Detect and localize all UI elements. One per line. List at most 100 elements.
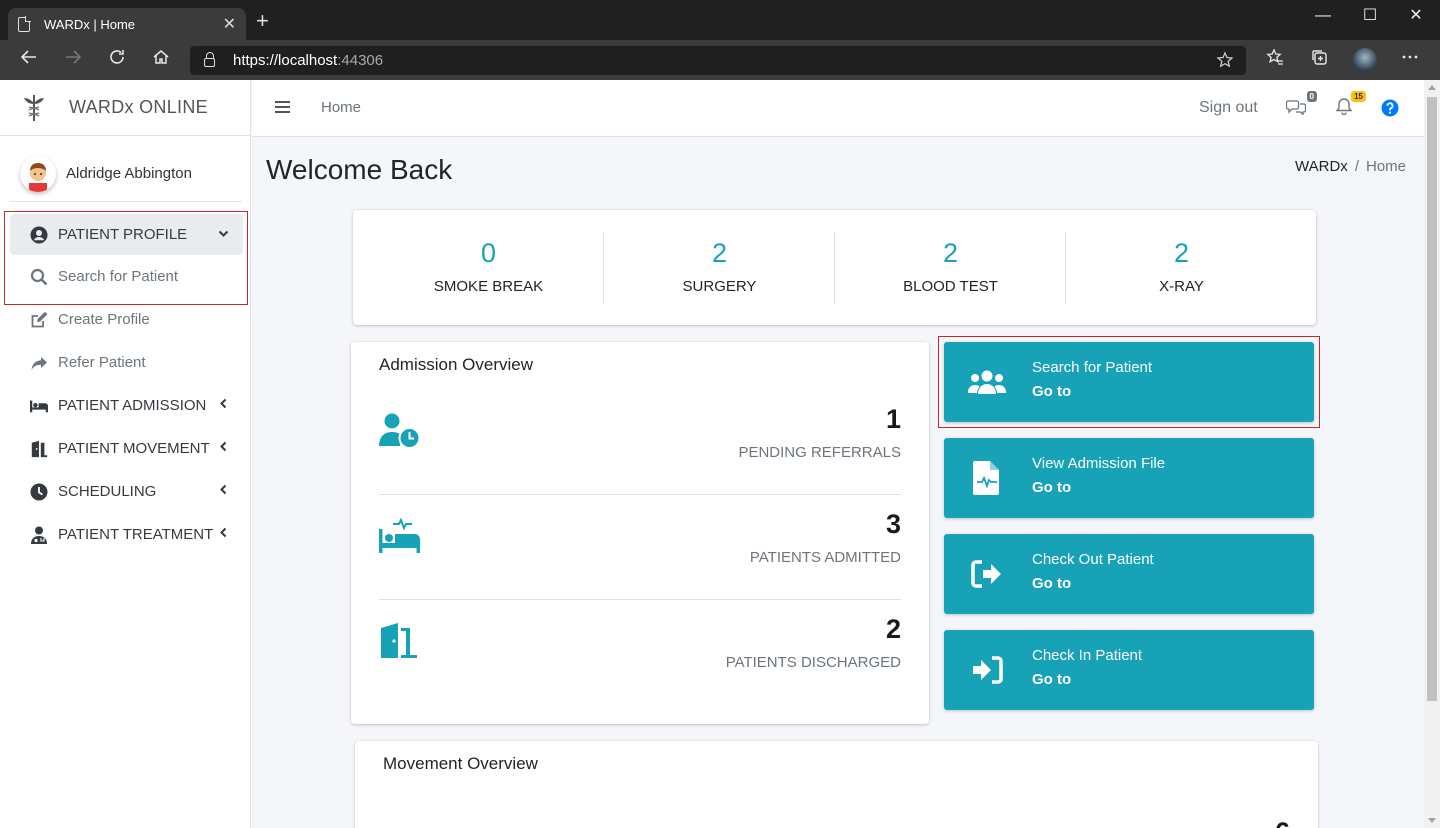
action-title: Search for Patient: [1032, 359, 1153, 376]
minimize-button[interactable]: —: [1300, 4, 1346, 28]
edit-icon: [30, 311, 48, 329]
favorites-icon[interactable]: [1262, 48, 1288, 72]
sidebar-item-label: Search for Patient: [58, 268, 179, 285]
sidebar-item-label: PATIENT MOVEMENT: [58, 440, 210, 457]
brand-text: WARDx ONLINE: [69, 97, 208, 117]
sidebar-item-patient-movement[interactable]: PATIENT MOVEMENT: [0, 427, 251, 470]
action-title: View Admission File: [1032, 455, 1166, 472]
back-arrow-icon[interactable]: [16, 48, 42, 72]
stat-label: X-RAY: [1159, 278, 1204, 295]
stat-smoke-break: 0 SMOKE BREAK: [373, 232, 604, 304]
app-root: WARDx ONLINE Aldridge Abbington PATIENT …: [0, 80, 1424, 828]
page-scrollbar[interactable]: [1424, 80, 1440, 828]
hamburger-menu-icon[interactable]: [275, 101, 290, 114]
adm-label: PATIENTS DISCHARGED: [725, 654, 901, 671]
chevron-left-icon: [218, 484, 229, 498]
maximize-button[interactable]: ☐: [1347, 4, 1393, 28]
tab-close-icon[interactable]: ✕: [223, 14, 236, 34]
action-go-to: Go to: [1032, 383, 1072, 400]
action-go-to: Go to: [1032, 479, 1072, 496]
share-icon: [30, 354, 48, 372]
stat-value: 2: [711, 238, 728, 268]
stat-surgery: 2 SURGERY: [604, 232, 835, 304]
page-icon: [18, 16, 31, 32]
messages-button[interactable]: 0: [1285, 91, 1317, 119]
caduceus-logo-icon: [22, 93, 46, 123]
adm-label: PATIENTS ADMITTED: [749, 549, 901, 566]
action-title: Check In Patient: [1032, 647, 1143, 664]
sidebar-item-search-for-patient[interactable]: Search for Patient: [0, 255, 251, 298]
sidebar-item-patient-profile[interactable]: PATIENT PROFILE: [10, 214, 243, 255]
chevron-down-icon: [218, 228, 229, 242]
breadcrumb-current: Home: [1365, 158, 1406, 175]
chevron-left-icon: [218, 441, 229, 455]
patients-admitted-row[interactable]: 3 PATIENTS ADMITTED: [379, 495, 901, 600]
pending-referrals-row[interactable]: 1 PENDING REFERRALS: [379, 390, 901, 495]
sidebar-item-refer-patient[interactable]: Refer Patient: [0, 341, 251, 384]
adm-label: PENDING REFERRALS: [738, 444, 901, 461]
sign-out-link[interactable]: Sign out: [1199, 99, 1258, 117]
address-bar[interactable]: https://localhost:44306: [190, 46, 1246, 75]
sidebar-item-label: PATIENT TREATMENT: [58, 526, 214, 543]
sign-in-icon: [968, 652, 1006, 688]
patients-discharged-row[interactable]: 2 PATIENTS DISCHARGED: [379, 600, 901, 705]
stats-card: 0 SMOKE BREAK 2 SURGERY 2 BLOOD TEST 2 X…: [353, 210, 1316, 325]
new-tab-button[interactable]: +: [256, 10, 269, 32]
sidebar-item-scheduling[interactable]: SCHEDULING: [0, 470, 251, 513]
chevron-left-icon: [218, 527, 229, 541]
notifications-badge: 15: [1351, 91, 1366, 102]
action-go-to: Go to: [1032, 671, 1072, 688]
forward-arrow-icon[interactable]: [60, 48, 86, 72]
bed-icon: [30, 397, 48, 415]
tab-title: WARDx | Home: [44, 16, 136, 32]
scroll-up-arrow-icon[interactable]: [1428, 85, 1436, 90]
check-out-patient-button[interactable]: Check Out Patient Go to: [944, 534, 1314, 614]
add-favorite-icon[interactable]: [1216, 51, 1234, 73]
search-for-patient-button[interactable]: Search for Patient Go to: [944, 342, 1314, 422]
sidebar-item-label: PATIENT PROFILE: [58, 226, 188, 243]
refresh-icon[interactable]: [104, 48, 130, 72]
browser-tab-bar: WARDx | Home ✕ + — ☐ ✕: [0, 0, 1440, 40]
sidebar-item-patient-admission[interactable]: PATIENT ADMISSION: [0, 384, 251, 427]
breadcrumb-root-link[interactable]: WARDx: [1295, 158, 1348, 175]
search-icon: [30, 268, 48, 286]
view-admission-file-button[interactable]: View Admission File Go to: [944, 438, 1314, 518]
scroll-down-arrow-icon[interactable]: [1428, 818, 1436, 823]
sign-out-icon: [968, 556, 1006, 592]
adm-value: 3: [885, 509, 901, 539]
adm-value: 1: [885, 404, 901, 434]
browser-profile-avatar[interactable]: [1353, 48, 1377, 72]
sidebar-item-label: PATIENT ADMISSION: [58, 397, 207, 414]
breadcrumb: WARDx / Home: [1295, 158, 1406, 175]
brand[interactable]: WARDx ONLINE: [0, 80, 250, 136]
home-icon[interactable]: [148, 48, 174, 72]
sidebar-item-patient-treatment[interactable]: PATIENT TREATMENT: [0, 513, 251, 556]
notifications-button[interactable]: 15: [1335, 91, 1366, 119]
sidebar-item-label: Create Profile: [58, 311, 150, 328]
stat-value: 0: [480, 238, 497, 268]
action-title: Check Out Patient: [1032, 551, 1154, 568]
user-avatar: [20, 155, 56, 192]
help-icon[interactable]: [1381, 99, 1403, 121]
more-menu-icon[interactable]: [1397, 48, 1423, 72]
stat-x-ray: 2 X-RAY: [1066, 232, 1297, 304]
browser-nav-bar: https://localhost:44306: [0, 40, 1440, 80]
breadcrumb-separator: /: [1354, 158, 1359, 175]
browser-tab[interactable]: WARDx | Home ✕: [8, 8, 246, 40]
movement-value: 6: [1275, 817, 1290, 828]
sidebar-item-create-profile[interactable]: Create Profile: [0, 298, 251, 341]
door-open-icon: [30, 440, 48, 458]
user-panel[interactable]: Aldridge Abbington: [10, 146, 242, 202]
check-in-patient-button[interactable]: Check In Patient Go to: [944, 630, 1314, 710]
stat-label: SURGERY: [682, 278, 757, 295]
topbar-home-link[interactable]: Home: [321, 99, 361, 116]
stat-value: 2: [1173, 238, 1190, 268]
close-window-button[interactable]: ✕: [1393, 4, 1439, 28]
user-circle-icon: [30, 226, 48, 244]
user-md-icon: [30, 526, 48, 544]
clock-icon: [30, 483, 48, 501]
collections-icon[interactable]: [1306, 48, 1332, 72]
user-name: Aldridge Abbington: [66, 165, 192, 182]
user-clock-icon: [379, 412, 421, 450]
scrollbar-thumb[interactable]: [1427, 97, 1437, 701]
